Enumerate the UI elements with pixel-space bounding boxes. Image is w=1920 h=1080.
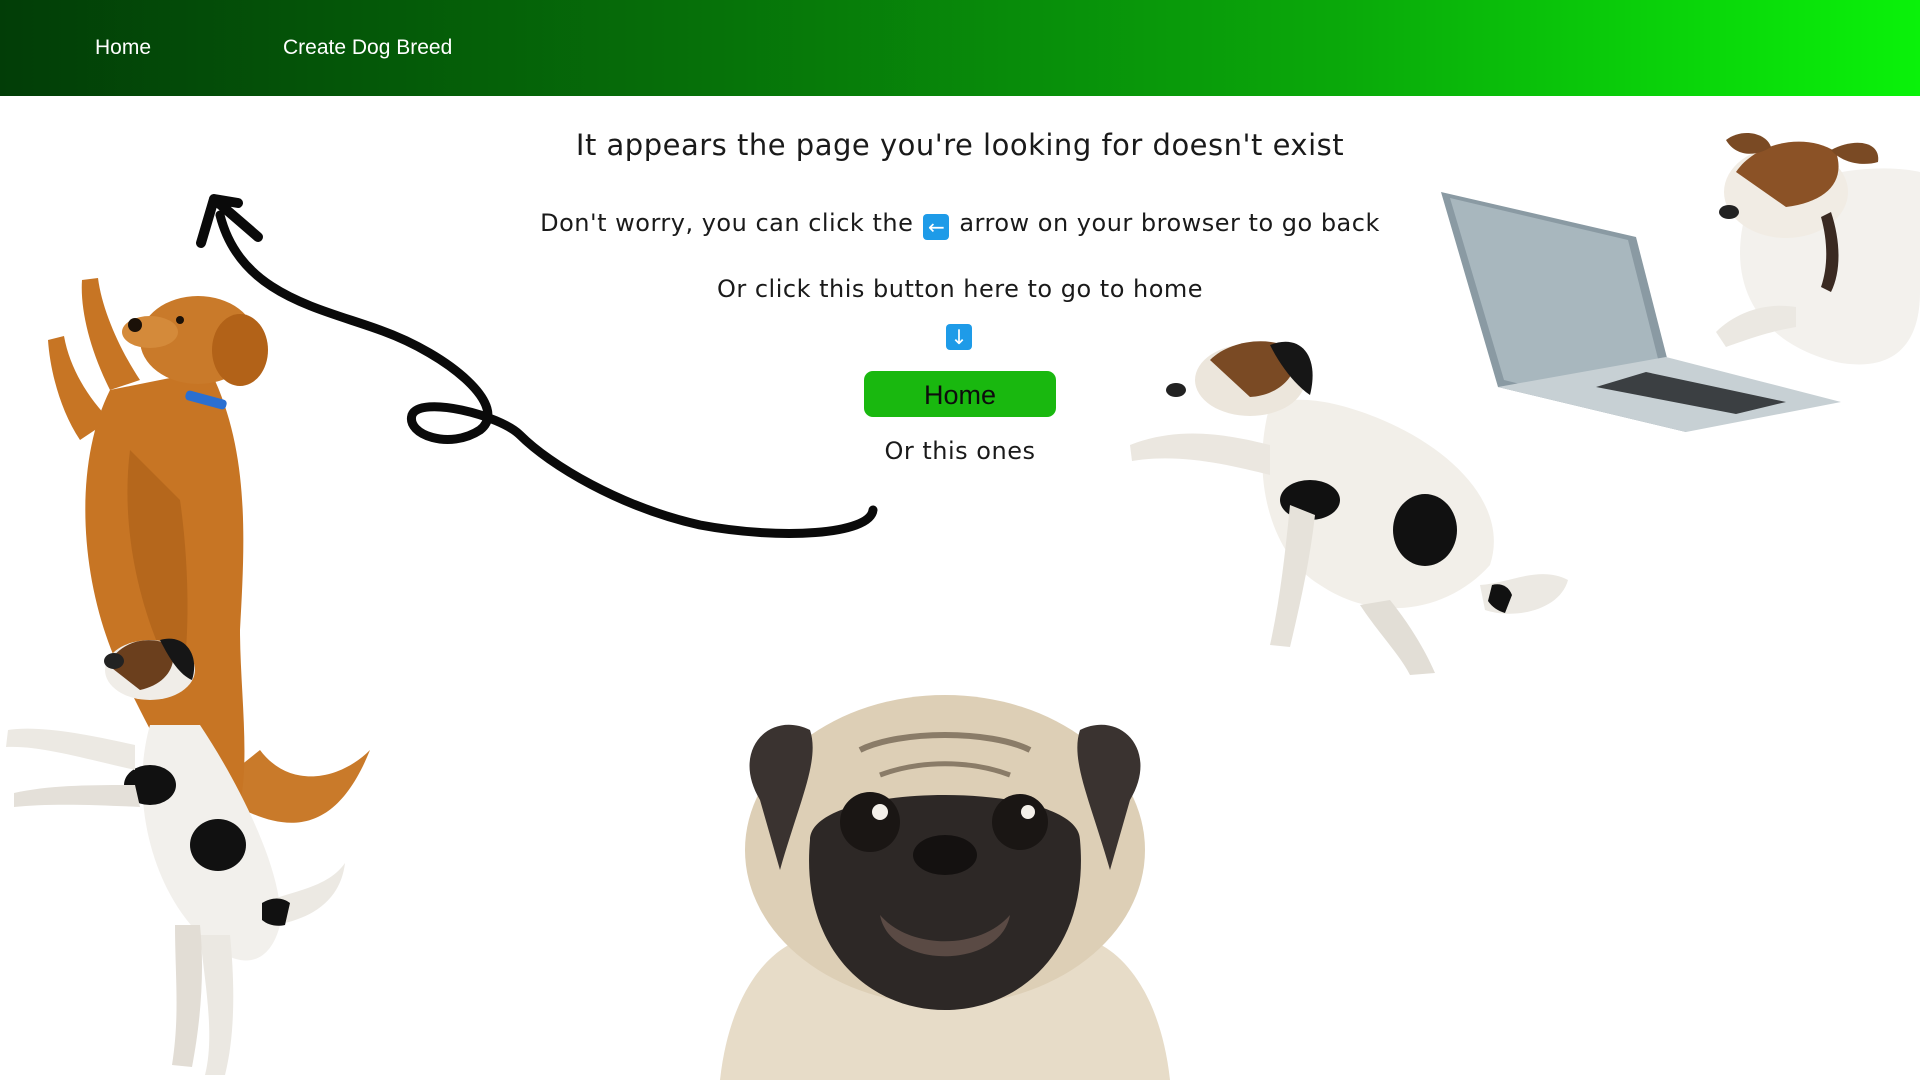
back-arrow-key-icon: ← xyxy=(923,214,950,240)
dog-with-laptop-image xyxy=(1441,132,1920,432)
not-found-page: Home Create Dog Breed It appears the pag… xyxy=(0,0,1920,1080)
pug-image xyxy=(720,695,1170,1080)
nav-home-link[interactable]: Home xyxy=(95,35,151,61)
down-arrow-key-icon: ↓ xyxy=(946,324,972,350)
jack-russell-standing-image xyxy=(6,638,345,1075)
top-navbar: Home Create Dog Breed xyxy=(0,0,1920,96)
back-instruction-suffix: arrow on your browser to go back xyxy=(959,209,1380,237)
nav-create-dog-breed-link[interactable]: Create Dog Breed xyxy=(283,35,452,61)
